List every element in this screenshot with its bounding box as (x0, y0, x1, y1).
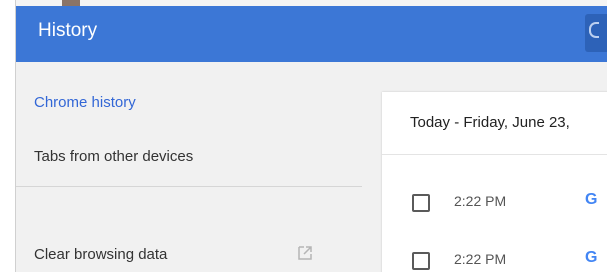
google-favicon-icon: G (585, 249, 598, 266)
page-title: History (38, 20, 98, 41)
sidebar-divider (16, 186, 362, 187)
sidebar-item-tabs-from-other-devices[interactable]: Tabs from other devices (34, 148, 193, 165)
history-entry[interactable]: 2:22 PM G (382, 188, 607, 218)
search-button[interactable] (585, 14, 607, 52)
history-entry[interactable]: 2:22 PM G (382, 246, 607, 272)
open-in-new-icon (298, 246, 312, 260)
history-window: History Chrome history Tabs from other d… (16, 6, 607, 272)
entry-time: 2:22 PM (454, 193, 507, 209)
sidebar-item-clear-browsing-data[interactable]: Clear browsing data (34, 246, 167, 263)
google-favicon-icon: G (585, 191, 598, 208)
history-card: Today - Friday, June 23, 2:22 PM G 2:22 … (382, 92, 607, 272)
entry-checkbox[interactable] (412, 194, 430, 212)
sidebar-item-chrome-history[interactable]: Chrome history (34, 94, 136, 111)
entry-time: 2:22 PM (454, 251, 507, 267)
date-header: Today - Friday, June 23, (410, 114, 570, 131)
background-window-edge (0, 0, 16, 272)
screen: History Chrome history Tabs from other d… (0, 0, 607, 272)
entry-checkbox[interactable] (412, 252, 430, 270)
card-divider (382, 154, 607, 155)
history-header: History (16, 6, 607, 62)
search-icon (589, 22, 599, 38)
